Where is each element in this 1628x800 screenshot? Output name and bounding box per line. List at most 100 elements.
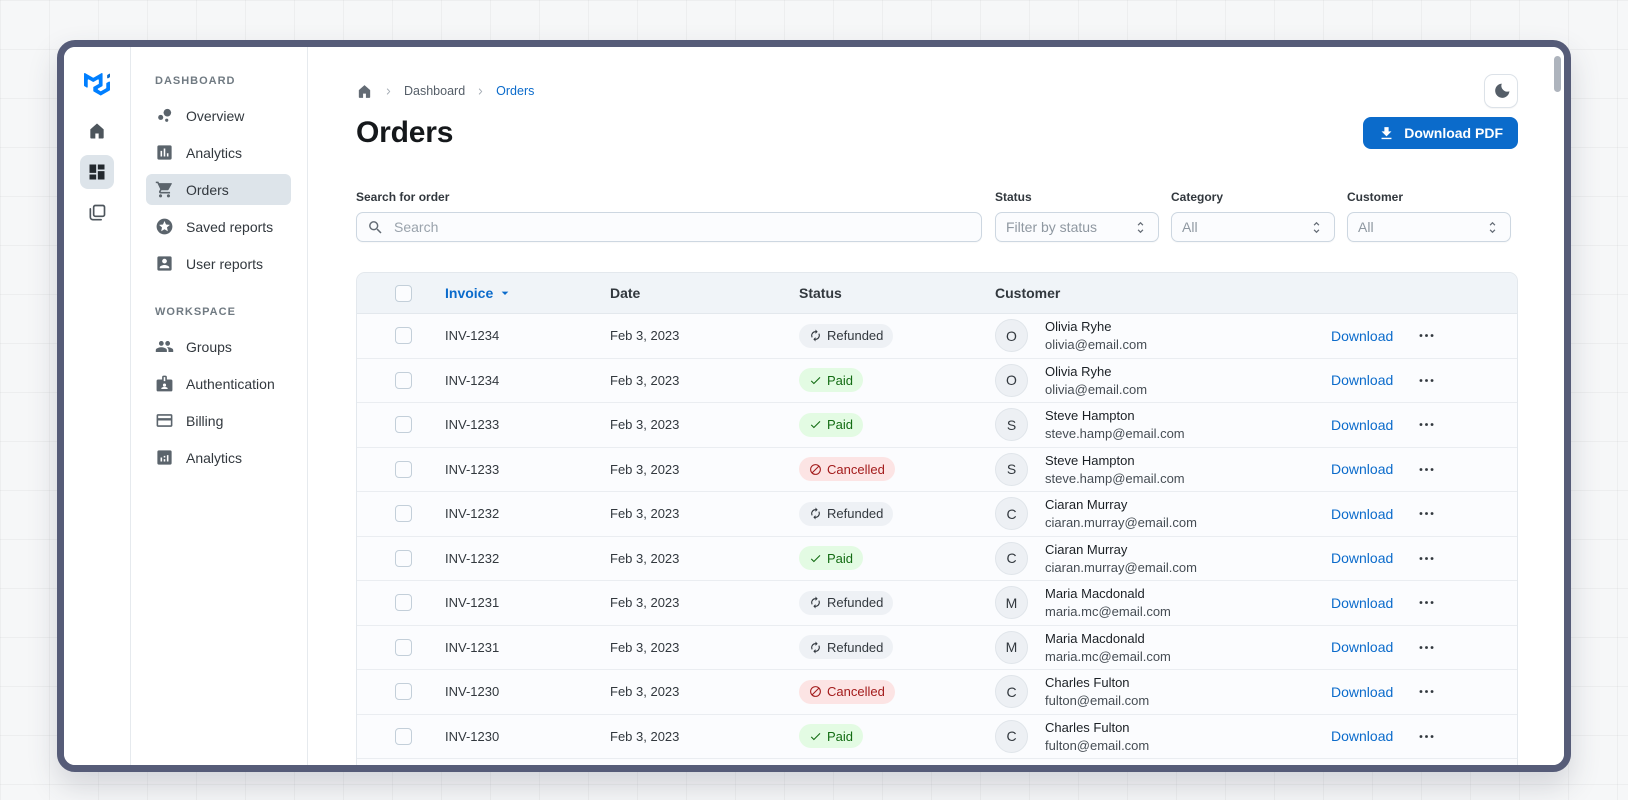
theme-toggle-button[interactable] bbox=[1484, 74, 1518, 108]
customer-identity: Olivia Ryhe olivia@email.com bbox=[1045, 318, 1147, 353]
customer-cell: C Charles Fulton fulton@email.com bbox=[995, 674, 1331, 709]
more-horizontal-icon bbox=[1417, 415, 1436, 434]
rail-dashboard-button[interactable] bbox=[80, 155, 114, 189]
table-row: INV-1230 Feb 3, 2023 Paid C Charles Fult… bbox=[357, 714, 1517, 759]
table-row: INV-1230 Feb 3, 2023 Cancelled C Charles… bbox=[357, 670, 1517, 715]
select-all-checkbox[interactable] bbox=[395, 284, 412, 302]
avatar: C bbox=[995, 675, 1028, 709]
row-more-button[interactable] bbox=[1417, 415, 1436, 434]
status-icon bbox=[809, 641, 822, 654]
sidebar-item[interactable]: Overview bbox=[146, 100, 291, 131]
breadcrumb: Dashboard Orders bbox=[356, 83, 534, 100]
actions-cell: Download bbox=[1331, 371, 1493, 390]
breadcrumb-home-icon[interactable] bbox=[356, 83, 373, 100]
customer-identity: Charles Fulton fulton@email.com bbox=[1045, 674, 1149, 709]
table-row: INV-1233 Feb 3, 2023 Cancelled S Steve H… bbox=[357, 447, 1517, 492]
row-more-button[interactable] bbox=[1417, 682, 1436, 701]
row-checkbox[interactable] bbox=[395, 371, 412, 389]
sidebar-item-label: Authentication bbox=[186, 375, 275, 392]
sidebar-item[interactable]: Orders bbox=[146, 174, 291, 205]
row-download-link[interactable]: Download bbox=[1331, 595, 1393, 611]
row-checkbox[interactable] bbox=[395, 416, 412, 434]
column-header-invoice[interactable]: Invoice bbox=[445, 285, 610, 301]
more-horizontal-icon bbox=[1417, 504, 1436, 523]
sidebar-item[interactable]: Authentication bbox=[146, 368, 291, 399]
breadcrumb-item[interactable]: Orders bbox=[496, 84, 534, 98]
row-download-link[interactable]: Download bbox=[1331, 550, 1393, 566]
row-more-button[interactable] bbox=[1417, 504, 1436, 523]
dashboard-grid-icon bbox=[87, 162, 107, 182]
sidebar-item[interactable]: Analytics bbox=[146, 137, 291, 168]
more-horizontal-icon bbox=[1417, 460, 1436, 479]
mui-logo[interactable] bbox=[81, 68, 113, 100]
row-checkbox[interactable] bbox=[395, 460, 412, 478]
customer-name: Steve Hampton bbox=[1045, 408, 1135, 424]
status-chip: Refunded bbox=[799, 501, 894, 526]
home-icon bbox=[87, 121, 107, 141]
row-download-link[interactable]: Download bbox=[1331, 506, 1393, 522]
row-checkbox[interactable] bbox=[395, 549, 412, 567]
row-download-link[interactable]: Download bbox=[1331, 372, 1393, 388]
main-content: Dashboard Orders Orders Download PDF Sea… bbox=[308, 47, 1564, 765]
mui-logo-icon bbox=[84, 72, 110, 96]
row-more-button[interactable] bbox=[1417, 549, 1436, 568]
row-more-button[interactable] bbox=[1417, 593, 1436, 612]
row-more-button[interactable] bbox=[1417, 638, 1436, 657]
status-chip: Paid bbox=[799, 724, 864, 749]
more-horizontal-icon bbox=[1417, 682, 1436, 701]
status-icon bbox=[809, 730, 822, 743]
customer-cell: S Steve Hampton steve.hamp@email.com bbox=[995, 452, 1331, 487]
row-checkbox[interactable] bbox=[395, 683, 412, 701]
row-checkbox[interactable] bbox=[395, 327, 412, 345]
chevron-updown-icon bbox=[1485, 220, 1500, 235]
sidebar-nav: DASHBOARD Overview Analytics Orders Save… bbox=[131, 47, 308, 765]
sidebar-item[interactable]: Saved reports bbox=[146, 211, 291, 242]
chevron-updown-icon bbox=[1309, 220, 1324, 235]
filter-select-control[interactable]: Filter by status bbox=[995, 212, 1159, 242]
sidebar-item[interactable]: User reports bbox=[146, 248, 291, 279]
status-chip: Refunded bbox=[799, 590, 894, 615]
app-window: DASHBOARD Overview Analytics Orders Save… bbox=[57, 40, 1571, 772]
row-download-link[interactable]: Download bbox=[1331, 684, 1393, 700]
sidebar-item[interactable]: Analytics bbox=[146, 442, 291, 473]
row-download-link[interactable]: Download bbox=[1331, 461, 1393, 477]
customer-name: Maria Macdonald bbox=[1045, 586, 1145, 602]
row-more-button[interactable] bbox=[1417, 326, 1436, 345]
search-label: Search for order bbox=[356, 190, 450, 204]
status-chip: Paid bbox=[799, 368, 864, 393]
more-horizontal-icon bbox=[1417, 727, 1436, 746]
filter-select-label: Status bbox=[995, 190, 1032, 204]
customer-identity: Olivia Ryhe olivia@email.com bbox=[1045, 363, 1147, 398]
date-cell: Feb 3, 2023 bbox=[610, 684, 680, 700]
row-checkbox[interactable] bbox=[395, 594, 412, 612]
vertical-scrollbar-thumb[interactable] bbox=[1554, 56, 1561, 92]
row-download-link[interactable]: Download bbox=[1331, 639, 1393, 655]
row-download-link[interactable]: Download bbox=[1331, 728, 1393, 744]
row-more-button[interactable] bbox=[1417, 460, 1436, 479]
rail-home-button[interactable] bbox=[80, 114, 114, 148]
search-icon bbox=[367, 219, 384, 236]
status-label: Cancelled bbox=[827, 461, 885, 477]
sidebar-item[interactable]: Groups bbox=[146, 331, 291, 362]
filter-select-control[interactable]: All bbox=[1347, 212, 1511, 242]
row-download-link[interactable]: Download bbox=[1331, 328, 1393, 344]
sidebar-item[interactable]: Billing bbox=[146, 405, 291, 436]
download-pdf-button[interactable]: Download PDF bbox=[1363, 117, 1518, 149]
customer-cell: M Maria Macdonald maria.mc@email.com bbox=[995, 630, 1331, 665]
avatar: M bbox=[995, 586, 1028, 620]
row-download-link[interactable]: Download bbox=[1331, 417, 1393, 433]
status-label: Paid bbox=[827, 372, 854, 388]
breadcrumb-item[interactable]: Dashboard bbox=[404, 84, 465, 98]
invoice-cell: INV-1230 bbox=[445, 684, 500, 700]
search-input[interactable] bbox=[392, 218, 971, 236]
filter-select-control[interactable]: All bbox=[1171, 212, 1335, 242]
table-row-partial bbox=[357, 759, 1517, 765]
date-cell: Feb 3, 2023 bbox=[610, 595, 680, 611]
row-checkbox[interactable] bbox=[395, 727, 412, 745]
rail-layers-button[interactable] bbox=[80, 196, 114, 230]
row-more-button[interactable] bbox=[1417, 727, 1436, 746]
row-checkbox[interactable] bbox=[395, 638, 412, 656]
customer-email: olivia@email.com bbox=[1045, 381, 1148, 397]
row-more-button[interactable] bbox=[1417, 371, 1436, 390]
row-checkbox[interactable] bbox=[395, 505, 412, 523]
